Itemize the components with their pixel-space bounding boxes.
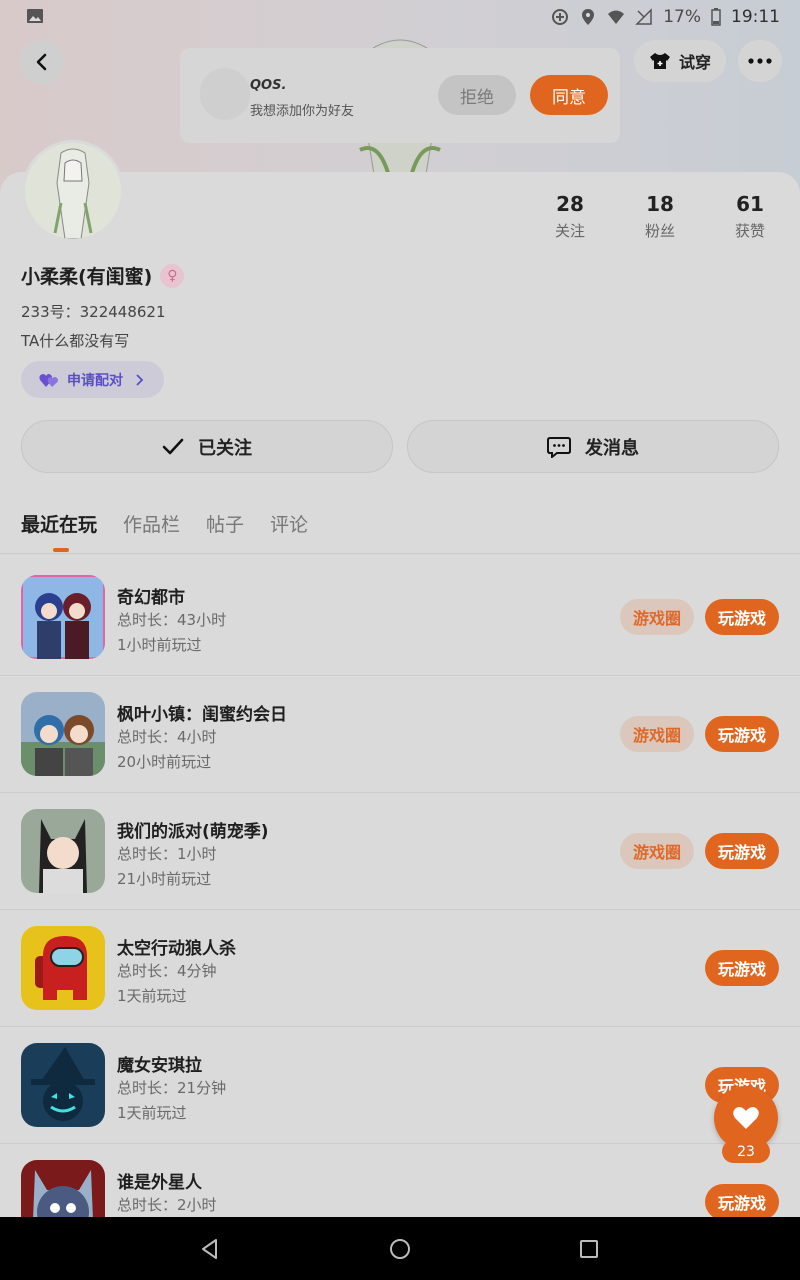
- game-duration: 总时长：21分钟: [117, 1079, 227, 1097]
- try-on-button[interactable]: 试穿: [634, 40, 726, 82]
- game-title: 我们的派对(萌宠季): [117, 822, 269, 842]
- battery-icon: [711, 8, 721, 26]
- like-count: 23: [722, 1140, 770, 1163]
- game-circle-button[interactable]: 游戏圈: [620, 716, 694, 752]
- game-item[interactable]: 太空行动狼人杀 总时长：4分钟 1天前玩过 玩游戏: [0, 910, 800, 1027]
- stat-followers[interactable]: 18 粉丝: [615, 192, 705, 241]
- game-circle-button[interactable]: 游戏圈: [620, 833, 694, 869]
- back-button[interactable]: [20, 40, 64, 84]
- game-duration: 总时长：1小时: [117, 845, 217, 863]
- apply-pair-button[interactable]: 申请配对: [21, 361, 164, 398]
- wifi-icon: [608, 10, 625, 24]
- send-message-button[interactable]: 发消息: [407, 420, 779, 473]
- game-duration: 总时长：2小时: [117, 1196, 217, 1214]
- more-dots-icon: [748, 58, 772, 64]
- female-gender-icon: ♀: [160, 263, 185, 288]
- data-saver-icon: [552, 9, 569, 25]
- chevron-right-icon: [136, 373, 144, 386]
- followed-button[interactable]: 已关注: [21, 420, 393, 473]
- chat-bubble-icon: [547, 436, 571, 458]
- friend-request-message: 我想添加你为好友: [250, 104, 355, 119]
- stat-label: 关注: [554, 222, 585, 240]
- play-game-button[interactable]: 玩游戏: [705, 1184, 779, 1220]
- stat-likes[interactable]: 61 获赞: [705, 192, 795, 241]
- game-circle-button[interactable]: 游戏圈: [620, 599, 694, 635]
- stat-value: 28: [556, 192, 584, 216]
- game-item[interactable]: 魔女安琪拉 总时长：21分钟 1天前玩过 玩游戏: [0, 1027, 800, 1144]
- more-options-button[interactable]: [738, 40, 782, 82]
- game-duration: 总时长：43小时: [117, 611, 227, 629]
- game-title: 谁是外星人: [117, 1173, 202, 1193]
- user-avatar[interactable]: [22, 140, 124, 242]
- profile-actions: 已关注 发消息: [21, 420, 779, 473]
- back-arrow-icon: [36, 53, 47, 71]
- requester-avatar: [200, 68, 250, 120]
- avatar-character-art: [25, 143, 121, 239]
- battery-percentage: 17%: [663, 7, 701, 27]
- send-message-label: 发消息: [585, 437, 639, 459]
- nav-recents-icon[interactable]: [577, 1237, 601, 1261]
- check-icon: [162, 438, 184, 454]
- stat-label: 获赞: [734, 222, 765, 240]
- profile-screen: 17% 19:11 试穿 QOS. 我想添加你为好友 拒绝 同意 28 关注 1…: [0, 0, 800, 1280]
- game-last-played: 1天前玩过: [117, 1104, 187, 1122]
- game-item[interactable]: 奇幻都市 总时长：43小时 1小时前玩过 游戏圈 玩游戏: [0, 559, 800, 676]
- system-navigation-bar: [0, 1217, 800, 1280]
- friend-request-popup: QOS. 我想添加你为好友 拒绝 同意: [180, 48, 620, 143]
- game-icon: [21, 809, 105, 893]
- nickname: 小柔柔(有闺蜜): [21, 266, 153, 288]
- game-icon: [21, 926, 105, 1010]
- game-title: 枫叶小镇：闺蜜约会日: [117, 705, 287, 725]
- game-icon: [21, 692, 105, 776]
- game-last-played: 1天前玩过: [117, 987, 187, 1005]
- game-duration: 总时长：4小时: [117, 728, 217, 746]
- stat-value: 18: [646, 192, 674, 216]
- signal-icon: [635, 8, 652, 25]
- double-heart-icon: [39, 373, 58, 387]
- tabs-divider: [0, 553, 800, 554]
- play-game-button[interactable]: 玩游戏: [705, 716, 779, 752]
- recent-games-list: 奇幻都市 总时长：43小时 1小时前玩过 游戏圈 玩游戏 枫叶小镇：闺蜜约会日 …: [0, 559, 800, 1261]
- game-title: 魔女安琪拉: [117, 1056, 202, 1076]
- requester-name: QOS.: [250, 78, 287, 93]
- nav-back-icon[interactable]: [198, 1237, 222, 1261]
- tab-comments[interactable]: 评论: [270, 510, 308, 554]
- play-game-button[interactable]: 玩游戏: [705, 599, 779, 635]
- game-duration: 总时长：4分钟: [117, 962, 217, 980]
- stat-following[interactable]: 28 关注: [525, 192, 615, 241]
- user-bio: TA什么都没有写: [21, 332, 130, 350]
- followed-label: 已关注: [198, 437, 252, 459]
- tab-posts[interactable]: 帖子: [206, 510, 244, 554]
- stat-label: 粉丝: [644, 222, 675, 240]
- try-on-label: 试穿: [678, 53, 711, 72]
- play-game-button[interactable]: 玩游戏: [705, 833, 779, 869]
- game-last-played: 21小时前玩过: [117, 870, 212, 888]
- game-item[interactable]: 枫叶小镇：闺蜜约会日 总时长：4小时 20小时前玩过 游戏圈 玩游戏: [0, 676, 800, 793]
- stat-value: 61: [736, 192, 764, 216]
- game-title: 奇幻都市: [117, 588, 185, 608]
- profile-tabs: 最近在玩 作品栏 帖子 评论: [21, 510, 308, 554]
- profile-stats: 28 关注 18 粉丝 61 获赞: [525, 192, 795, 241]
- game-last-played: 1小时前玩过: [117, 636, 202, 654]
- reject-button[interactable]: 拒绝: [438, 75, 516, 115]
- location-icon: [582, 9, 595, 25]
- clock: 19:11: [731, 7, 780, 27]
- nickname-row: 小柔柔(有闺蜜) ♀: [21, 262, 185, 289]
- game-title: 太空行动狼人杀: [117, 939, 236, 959]
- game-icon: [21, 575, 105, 659]
- accept-button[interactable]: 同意: [530, 75, 608, 115]
- shirt-icon: [649, 53, 670, 69]
- status-bar: 17% 19:11: [0, 0, 800, 34]
- game-item[interactable]: 我们的派对(萌宠季) 总时长：1小时 21小时前玩过 游戏圈 玩游戏: [0, 793, 800, 910]
- game-last-played: 20小时前玩过: [117, 753, 212, 771]
- heart-icon: [733, 1107, 759, 1129]
- tab-works[interactable]: 作品栏: [123, 510, 180, 554]
- image-notification-icon: [27, 9, 43, 23]
- nav-home-icon[interactable]: [388, 1237, 412, 1261]
- apply-pair-label: 申请配对: [67, 372, 123, 389]
- game-icon: [21, 1043, 105, 1127]
- user-id: 233号：322448621: [21, 303, 166, 321]
- tab-recently-played[interactable]: 最近在玩: [21, 510, 97, 554]
- play-game-button[interactable]: 玩游戏: [705, 950, 779, 986]
